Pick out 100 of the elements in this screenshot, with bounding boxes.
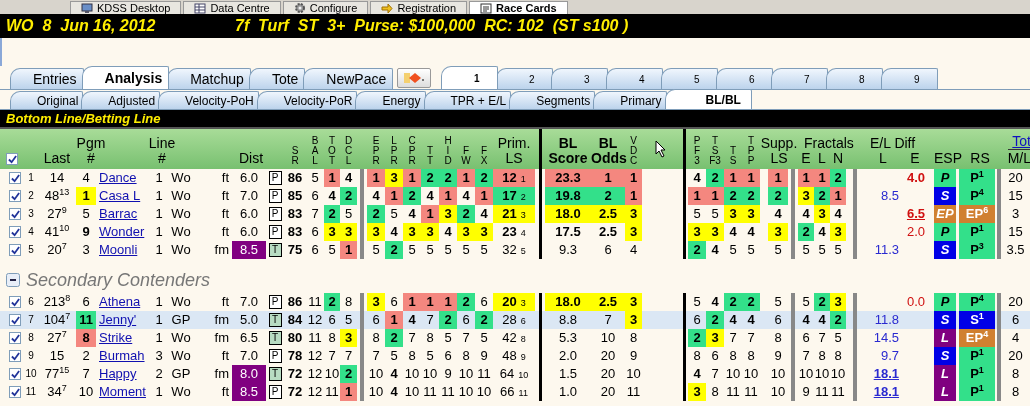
table-cell-text: 6	[310, 223, 320, 241]
horse-link[interactable]: Dance	[99, 170, 137, 185]
table-cell-text: 4	[692, 365, 702, 383]
table-row[interactable]: 9 15 2 Burmah 3 Wo ft 7.0 P 78 12 7 7 7 5 8 5 6 8 9 48 9 2.0 20 9 8 6 8 8 9 7 8 8 9.7 S P$^{1}$ 20	[0, 347, 1030, 365]
table-cell-text: 4	[833, 205, 843, 223]
table-row[interactable]: 6 213$^{8}$ 6 Athena 1 Wo ft 7.0 P 86 11 2 8 3 6 1 1 1 2 6 20 3 18.0 2.5 3 5 4 2 2 5 5 2 3 0.0 P P$^{4}$ 20	[0, 293, 1030, 311]
sub-tab[interactable]: TPR + E/L	[423, 91, 512, 109]
table-cell-text: 4	[443, 223, 453, 241]
surface-badge: P	[268, 225, 282, 239]
total-link[interactable]: Tot	[1012, 133, 1030, 149]
table-row[interactable]: 10 77$^{15}$ 7 Happy 2 GP fm 8.0 T 72 12 10 2 10 4 10 10 9 10 11 64 10 1.5 20 10 4 7 10 10 10 101010 18.1 L P$^{1}$ 8	[0, 365, 1030, 383]
race-tab[interactable]: 2	[496, 68, 554, 89]
table-row[interactable]: 3 27$^{9}$ 5 Barrac 1 Wo ft 6.0 P 83 7 2 5 2 5 4 1 3 2 4 21 3 18.0 2.5 3 5 5 3 3 4 4 3 4 6.5 EP EP$^{6}$ 3	[0, 205, 1030, 223]
table-row[interactable]: 4 41$^{10}$ 9 Wonder 1 Wo ft 6.0 P 83 6 3 3 3 4 3 3 4 3 3 23 4 17.5 2.5 3 3 3 4 4 3 2 4 3 2.0 P P$^{1}$ 15	[0, 223, 1030, 241]
sub-tab[interactable]: Original	[10, 91, 84, 109]
collapse-icon[interactable]	[6, 273, 20, 287]
checkbox[interactable]	[9, 244, 21, 256]
table-cell-text: 1	[154, 187, 164, 205]
table-cell: 3	[706, 329, 724, 347]
horse-link[interactable]: Moonli	[99, 242, 138, 257]
horse-link[interactable]: Strike	[99, 330, 133, 345]
checkbox[interactable]	[9, 314, 21, 326]
table-cell-text: 5	[443, 241, 453, 259]
table-cell-text: 3	[81, 241, 91, 259]
checkbox[interactable]	[9, 368, 21, 380]
horse-link[interactable]: Barrac	[99, 206, 138, 221]
checkbox[interactable]	[9, 190, 21, 202]
horse-link[interactable]: Happy	[99, 366, 137, 381]
checkbox[interactable]	[9, 226, 21, 238]
app-tab[interactable]: Data Centre	[183, 1, 281, 14]
sub-tab[interactable]: Velocity-PoR	[256, 91, 358, 109]
table-cell-text: 20	[1007, 347, 1024, 365]
table-cell-text: 9	[479, 347, 489, 365]
table-cell-text: 11	[725, 383, 741, 401]
view-tab[interactable]: Analysis	[81, 66, 170, 89]
horse-link[interactable]: Burmah	[99, 348, 145, 363]
sub-tab[interactable]: BL/BL	[664, 89, 752, 109]
race-tab[interactable]: 5	[661, 68, 719, 89]
app-tab[interactable]: Configure	[282, 1, 369, 14]
sub-tab[interactable]: Energy	[355, 91, 426, 109]
horse-link[interactable]: Jenny'	[99, 312, 137, 327]
table-cell: 2	[457, 293, 475, 311]
race-tab[interactable]: 4	[606, 68, 664, 89]
table-row[interactable]: 1 14 4 Dance 1 Wo ft 6.0 P 86 5 1 4 1 3 1 2 2 1 2 12 1 23.3 1 1 4 2 1 1 1 1 1 2 4.0 P P$^{1}$ 20	[0, 169, 1030, 187]
table-cell: 10	[742, 365, 760, 383]
pace-button[interactable]	[397, 67, 432, 88]
style-badge: P$^{1}$	[959, 169, 995, 187]
table-cell-text: 7	[817, 329, 827, 347]
view-tab[interactable]: Matchup	[167, 68, 251, 89]
table-cell: 1	[591, 169, 625, 187]
table-cell-text: 8	[773, 329, 783, 347]
table-cell: 1	[421, 205, 439, 223]
race-tab[interactable]: 7	[771, 68, 829, 89]
app-tab[interactable]: Registration	[370, 1, 468, 14]
column-header: BL Odds	[591, 136, 625, 168]
checkbox[interactable]	[9, 332, 21, 344]
table-cell: 1	[367, 169, 385, 187]
view-tab[interactable]: NewPace	[303, 68, 394, 89]
horse-link[interactable]: Moment	[99, 384, 146, 399]
checkbox[interactable]	[9, 208, 21, 220]
table-cell-text: 11	[743, 383, 759, 401]
table-cell-text: 4	[817, 223, 827, 241]
race-tab[interactable]: 6	[716, 68, 774, 89]
table-cell-text: 7	[327, 347, 337, 365]
table-cell-text: 4	[425, 187, 435, 205]
table-row[interactable]: 7 104$^{7}$ 11 Jenny' 1 GP fm 5.0 T 84 12 6 5 6 1 4 7 2 6 2 28 6 8.8 7 3 6 2 4 4 6 4 4 2 11.8 S S$^{1}$ 6	[0, 311, 1030, 329]
checkbox[interactable]	[6, 153, 18, 165]
app-tab[interactable]: KDSS Desktop	[70, 1, 182, 14]
table-cell: 10	[367, 383, 385, 401]
table-row[interactable]: 2 48$^{13}$ 1 Casa L 1 Wo ft 7.0 P 85 6 4 2 4 1 2 4 1 4 1 17 2 19.8 2 1 1 1 2 2 2 3 2 1 8.5 S P$^{4}$ 15	[0, 187, 1030, 205]
table-row[interactable]: 11 34$^{7}$ 10 Moment 1 Wo ft 8.5 P 72 12 11 1 10 4 10 11 11 10 10 66 11 1.0 20 11 3 8 11 11 10 9 11 11 18.1 L P$^{1}$ 8	[0, 383, 1030, 401]
sub-tab[interactable]: Adjusted	[81, 91, 161, 109]
horse-link[interactable]: Casa L	[99, 188, 141, 203]
table-cell: 2.5	[591, 205, 625, 223]
table-cell-text: 7	[343, 347, 354, 365]
sub-tab[interactable]: Velocity-PoH	[158, 91, 259, 109]
race-tab[interactable]: 9	[881, 68, 939, 89]
race-tab[interactable]: 3	[551, 68, 609, 89]
table-cell-text: 4	[371, 187, 381, 205]
checkbox[interactable]	[9, 296, 21, 308]
horse-link[interactable]: Wonder	[99, 224, 145, 239]
race-tab[interactable]: 8	[826, 68, 884, 89]
view-tab[interactable]: Tote	[248, 68, 306, 89]
table-cell: 2	[403, 187, 421, 205]
horse-link[interactable]: Athena	[99, 294, 141, 309]
table-cell: 2	[367, 205, 385, 223]
checkbox[interactable]	[9, 386, 21, 398]
table-cell-text: 7	[371, 347, 381, 365]
table-cell-text: 4	[479, 205, 489, 223]
race-tab[interactable]: 1	[441, 66, 499, 89]
sub-tab[interactable]: Segments	[509, 91, 596, 109]
table-cell: 2	[340, 187, 357, 205]
view-tab[interactable]: Entries	[10, 68, 84, 89]
table-row[interactable]: 8 27$^{7}$ 8 Strike 1 Wo fm 6.5 T 80 11 8 3 8 2 7 8 5 7 5 42 8 5.3 10 8 2 3 7 7 8 6 7 5 14.5 L EP$^{4}$ 4	[0, 329, 1030, 347]
app-tab[interactable]: Race Cards	[469, 1, 568, 14]
table-cell-text: 5	[310, 169, 320, 187]
table-row[interactable]: 5 20$^{7}$ 3 Moonli 1 Wo fm 8.5 T 75 6 5 1 5 2 5 5 5 5 5 32 5 9.3 6 4 2 4 5 5 5 5 5 5 11.3 S P$^{3}$ 3.5	[0, 241, 1030, 259]
checkbox[interactable]	[9, 350, 21, 362]
sub-tab[interactable]: Primary	[593, 91, 667, 109]
checkbox[interactable]	[9, 172, 21, 184]
